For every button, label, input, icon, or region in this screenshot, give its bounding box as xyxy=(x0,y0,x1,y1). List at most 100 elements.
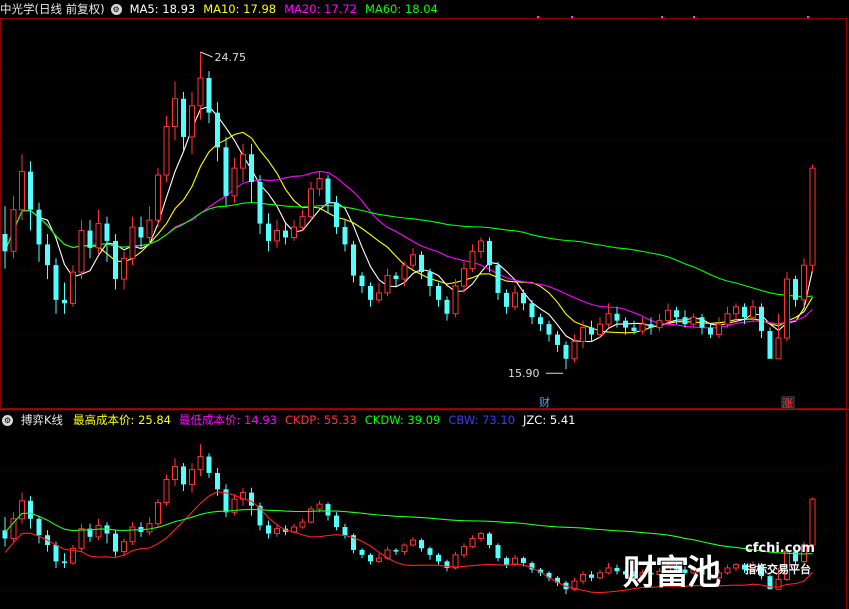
legend-ma20: MA20: 17.72 xyxy=(284,2,357,16)
osc-bar xyxy=(78,528,85,549)
legend-ma60: MA60: 18.04 xyxy=(364,2,438,16)
osc-bar xyxy=(172,465,178,481)
candle-body xyxy=(28,171,33,210)
candle-body xyxy=(750,306,756,318)
ma-line-ma60 xyxy=(4,201,813,298)
candle-body xyxy=(2,234,8,252)
osc-bar xyxy=(325,504,331,516)
candle-body xyxy=(299,216,306,228)
osc-bar xyxy=(249,492,254,506)
candle-body xyxy=(393,275,399,280)
legend-low-cost: 最低成本价: 14.93 xyxy=(179,413,277,427)
candle-body xyxy=(724,313,731,325)
candle-body xyxy=(53,265,59,300)
osc-bar xyxy=(478,533,484,539)
osc-bar xyxy=(580,574,586,582)
top-marker-dot xyxy=(537,16,539,18)
legend-cbw: CBW: 73.10 xyxy=(448,413,516,427)
candle-body xyxy=(87,230,93,248)
candle-body xyxy=(674,310,679,318)
watermark: 财富池 cfchi.com 指标交易平台 xyxy=(623,539,823,593)
candle-body xyxy=(708,327,713,335)
candle-body xyxy=(138,227,144,238)
marker-cai: 财 xyxy=(539,395,550,409)
top-marker-dot xyxy=(693,16,695,18)
candle-body xyxy=(631,327,637,332)
osc-bar xyxy=(129,526,136,543)
osc-bar xyxy=(495,545,501,559)
osc-bar xyxy=(368,554,373,562)
osc-bar xyxy=(155,501,161,525)
candle-body xyxy=(546,324,552,335)
osc-bar xyxy=(334,515,339,528)
candle-body xyxy=(316,178,323,190)
candle-body xyxy=(113,240,118,280)
candle-body xyxy=(427,272,433,286)
candle-body xyxy=(716,323,722,336)
candle-body xyxy=(767,331,773,359)
candle-body xyxy=(512,292,518,308)
candle-body xyxy=(597,323,603,336)
candle-body xyxy=(538,317,543,325)
candle-body xyxy=(172,98,178,128)
osc-bar xyxy=(342,527,348,536)
candle-body xyxy=(759,306,764,332)
candle-body xyxy=(529,303,535,318)
high-label: 24.75 xyxy=(215,51,247,64)
candle-body xyxy=(223,147,229,196)
candle-body xyxy=(376,292,382,301)
candle-body xyxy=(163,126,170,176)
osc-bar xyxy=(521,558,526,564)
candle-body xyxy=(690,316,697,325)
candle-body xyxy=(784,278,790,339)
candle-body xyxy=(504,292,509,307)
osc-bar xyxy=(28,500,33,519)
osc-bar xyxy=(121,541,127,553)
candlestick-chart[interactable]: 24.75 15.90 财 涨 xyxy=(0,0,849,609)
candle-body xyxy=(62,299,67,304)
candle-body xyxy=(10,209,17,252)
candle-body xyxy=(419,254,424,273)
osc-bar xyxy=(401,544,408,553)
candle-body xyxy=(521,292,526,304)
osc-bar xyxy=(589,574,594,578)
watermark-tagline: 指标交易平台 xyxy=(745,563,811,576)
candle-body xyxy=(104,223,110,241)
candle-body xyxy=(266,223,271,241)
candle-body xyxy=(563,344,569,359)
top-marker-dot xyxy=(661,16,663,18)
candle-body xyxy=(401,264,408,280)
top-marker-dot xyxy=(571,16,573,18)
osc-bar xyxy=(299,521,306,528)
candle-body xyxy=(605,313,612,325)
candle-body xyxy=(325,178,331,203)
legend-ckdp: CKDP: 55.33 xyxy=(284,413,357,427)
candle-body xyxy=(197,77,204,107)
osc-bar xyxy=(393,549,399,552)
candle-body xyxy=(589,327,594,335)
high-arrow xyxy=(200,51,213,58)
candle-body xyxy=(571,340,578,360)
settings-icon[interactable]: ⚙ xyxy=(110,3,122,15)
stock-title: 中光学(日线 前复权) xyxy=(0,2,105,16)
osc-bar xyxy=(605,567,612,574)
candle-body xyxy=(274,230,280,242)
candle-body xyxy=(648,324,654,328)
candle-body xyxy=(351,244,356,276)
candle-body xyxy=(129,226,136,259)
candle-body xyxy=(682,317,688,325)
candle-body xyxy=(95,223,102,249)
candle-body xyxy=(801,264,807,301)
candle-body xyxy=(452,285,459,315)
settings-icon[interactable]: ⚙ xyxy=(2,414,13,426)
candle-body xyxy=(19,171,25,211)
top-panel-frame xyxy=(0,18,847,409)
osc-bar xyxy=(461,546,467,556)
candle-body xyxy=(189,105,195,138)
candle-body xyxy=(121,257,127,280)
osc-bar xyxy=(146,523,153,533)
ma-line-ma20 xyxy=(4,170,813,329)
candle-body xyxy=(461,268,467,287)
indicator-title: 搏弈K线 xyxy=(21,413,64,427)
osc-bar xyxy=(419,540,424,549)
